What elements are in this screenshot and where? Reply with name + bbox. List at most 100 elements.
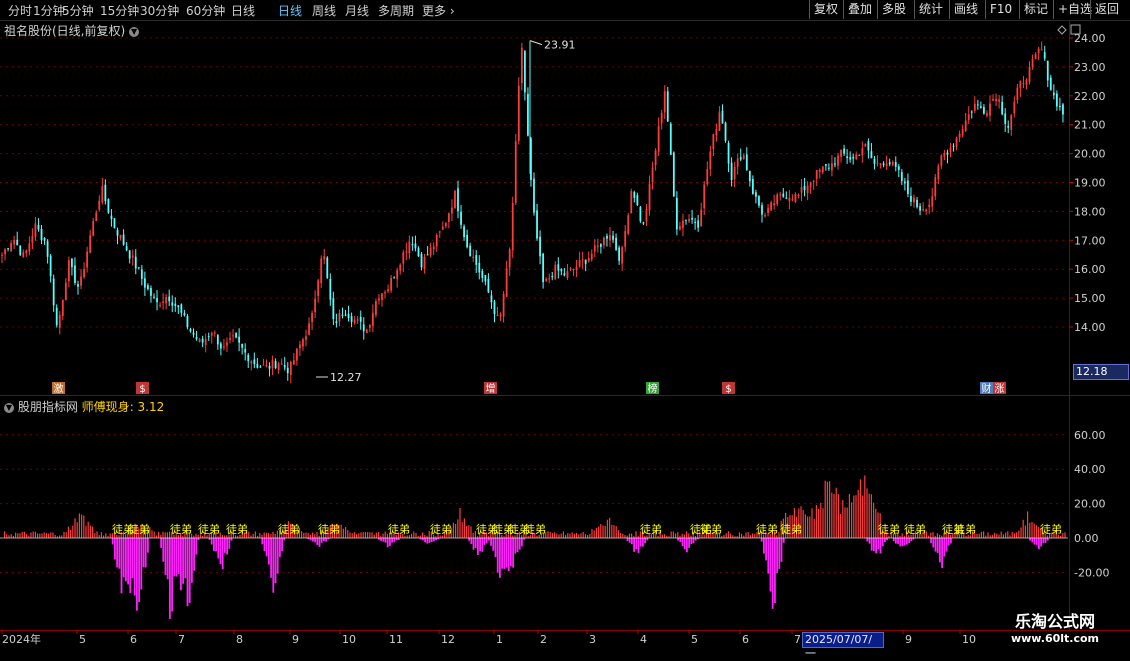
candle-body	[663, 91, 666, 113]
time-axis-label: 9	[905, 633, 912, 646]
high-marker-arrow	[529, 40, 543, 46]
indicator-bar-negative	[490, 538, 492, 546]
indicator-bar-negative	[642, 538, 644, 547]
candle-body	[587, 257, 590, 262]
indicator-bar-positive	[686, 531, 688, 538]
candle-body	[672, 152, 675, 197]
candle-body	[232, 335, 234, 337]
candle-body	[365, 329, 368, 334]
candle-body	[463, 226, 465, 238]
candle-body	[487, 278, 490, 293]
candle-body	[517, 85, 520, 141]
indicator-bar-positive	[844, 507, 846, 538]
candle-body	[794, 194, 797, 202]
candle-body	[551, 275, 554, 278]
indicator-bar-negative	[782, 538, 785, 543]
candle-body	[818, 169, 821, 172]
indicator-bar-negative	[776, 538, 778, 574]
indicator-bar-negative	[479, 538, 481, 552]
price-tick-label: 18.00	[1074, 205, 1106, 218]
candle-body	[979, 106, 982, 108]
indicator-bar-positive	[1018, 530, 1020, 538]
indicator-bar-positive	[466, 526, 468, 538]
indicator-bar-positive	[268, 532, 270, 538]
candle-body	[961, 128, 964, 136]
candle-body	[7, 248, 9, 250]
signal-label: 徒弟	[954, 522, 976, 536]
chevron-down-icon[interactable]: ▼	[4, 402, 14, 413]
indicator-bar-positive	[807, 516, 809, 538]
indicator-bar-positive	[730, 533, 732, 538]
indicator-bar-negative	[166, 538, 169, 580]
indicator-bar-positive	[978, 533, 980, 538]
candle-body	[368, 324, 371, 328]
candle-body	[603, 237, 605, 246]
candle-body	[40, 228, 43, 241]
candle-body	[338, 313, 341, 322]
indicator-bar-positive	[1022, 519, 1024, 538]
candle-body	[992, 98, 994, 101]
low-price-label: 12.27	[330, 371, 362, 384]
indicator-bar-positive	[831, 492, 833, 538]
candle-body	[840, 149, 842, 157]
candle-body	[843, 148, 845, 154]
indicator-bar-negative	[906, 538, 908, 545]
indicator-bar-positive	[725, 533, 727, 538]
signal-label: 徒弟	[756, 522, 778, 536]
indicator-bar-negative	[765, 538, 767, 561]
candle-body	[432, 246, 435, 250]
candle-body	[897, 166, 900, 171]
candle-body	[283, 365, 286, 368]
indicator-bar-positive	[74, 518, 76, 538]
candle-body	[399, 264, 402, 271]
indicator-bar-negative	[386, 538, 389, 548]
candle-body	[314, 298, 317, 313]
indicator-bar-positive	[23, 531, 25, 538]
indicator-bar-positive	[866, 488, 868, 538]
indicator-bar-positive	[19, 533, 21, 538]
kline-chart[interactable]: 24.0023.0022.0021.0020.0019.0018.0017.00…	[0, 0, 1130, 650]
candle-body	[150, 288, 152, 296]
candle-body	[560, 268, 563, 272]
indicator-bar-positive	[39, 533, 41, 538]
indicator-bar-negative	[188, 538, 191, 603]
indicator-bar-positive	[1011, 531, 1013, 538]
candle-body	[973, 103, 976, 111]
candle-body	[715, 128, 718, 136]
indicator-bar-positive	[670, 531, 672, 538]
candle-body	[645, 208, 648, 222]
indicator-bar-negative	[903, 538, 906, 546]
candle-body	[25, 250, 28, 254]
event-badge-text: 榜	[648, 382, 658, 395]
signal-label: 徒弟	[318, 522, 340, 536]
indicator-bar-negative	[939, 538, 941, 563]
indicator-bar-positive	[382, 533, 384, 538]
candle-body	[1043, 52, 1046, 59]
candle-body	[907, 180, 909, 194]
candle-body	[523, 50, 526, 93]
candle-body	[946, 152, 949, 155]
candle-body	[806, 185, 809, 194]
event-badge-text: 财	[982, 382, 992, 395]
indicator-bar-positive	[615, 526, 617, 538]
candle-body	[736, 158, 739, 167]
indicator-bar-negative	[494, 538, 497, 558]
candle-body	[332, 298, 335, 320]
indicator-bar-positive	[1016, 532, 1018, 538]
time-axis-label: 3	[589, 633, 596, 646]
candle-body	[156, 298, 158, 303]
candle-body	[867, 141, 870, 151]
candle-body	[709, 151, 712, 170]
time-axis-label: 6	[130, 633, 137, 646]
indicator-bar-negative	[943, 538, 946, 557]
candle-body	[341, 314, 344, 316]
indicator-bar-positive	[996, 533, 998, 538]
indicator-bar-positive	[72, 525, 74, 538]
indicator-bar-negative	[1038, 538, 1040, 550]
chevron-down-icon[interactable]: ▼	[129, 26, 140, 37]
event-badge-text: $	[139, 384, 145, 395]
candle-body	[593, 245, 596, 252]
indicator-bar-negative	[941, 538, 943, 569]
candle-body	[925, 209, 928, 212]
indicator-bar-negative	[171, 538, 173, 612]
